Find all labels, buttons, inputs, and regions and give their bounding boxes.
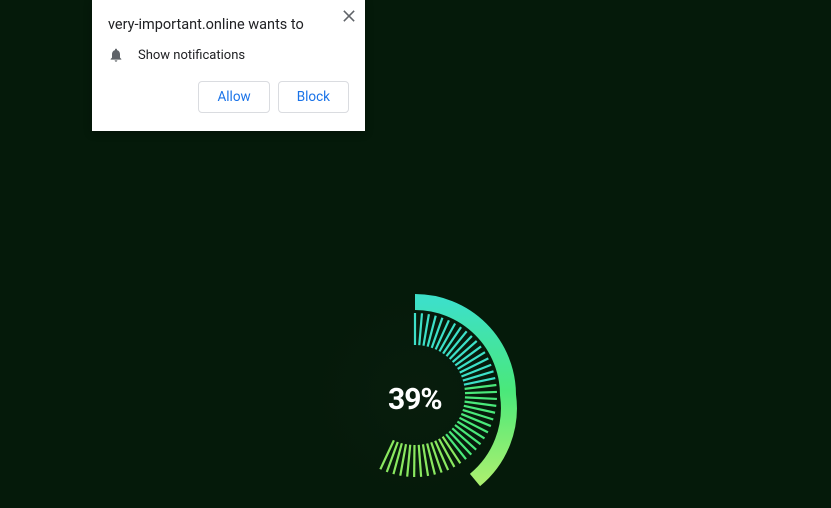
popup-title: very-important.online wants to [108,16,349,33]
button-row: Allow Block [108,81,349,113]
close-icon [343,10,355,22]
close-button[interactable] [341,8,357,24]
loader-percent: 39% [388,382,442,417]
allow-button[interactable]: Allow [198,81,269,113]
block-button[interactable]: Block [278,81,349,113]
permission-row: Show notifications [108,47,349,63]
permission-text: Show notifications [138,48,245,63]
bell-icon [108,47,124,63]
loader: 39% [310,290,520,500]
notification-permission-popup: very-important.online wants to Show noti… [92,0,365,131]
